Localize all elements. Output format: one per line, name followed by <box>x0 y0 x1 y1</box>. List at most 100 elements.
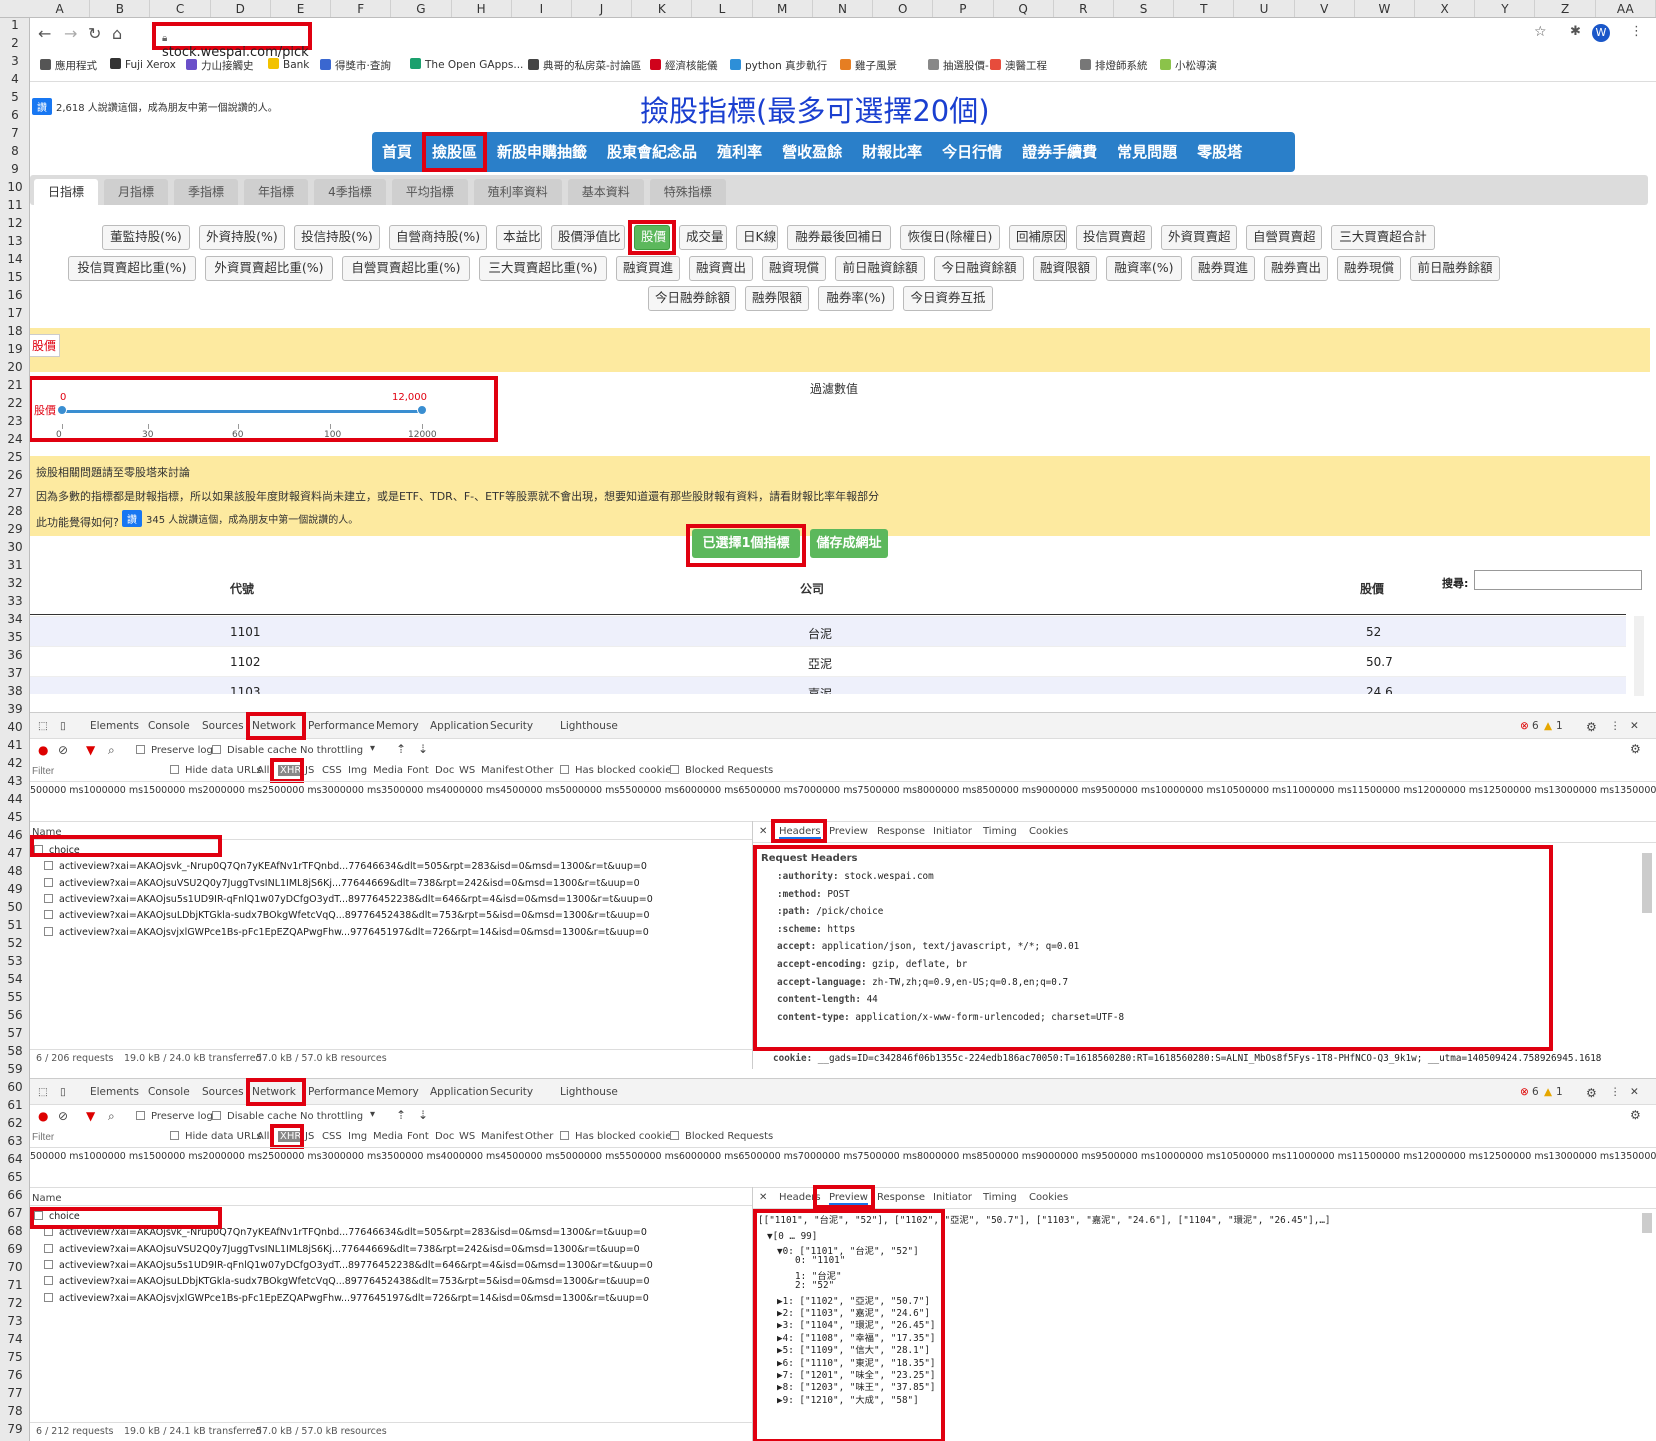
detail-close-icon[interactable]: ✕ <box>759 826 767 837</box>
record-icon[interactable]: ● <box>38 743 48 757</box>
nav-item[interactable]: 今日行情 <box>932 132 1012 172</box>
tab-0[interactable]: 日指標 <box>34 179 99 205</box>
devtools-tab-elements[interactable]: Elements <box>90 1086 139 1098</box>
preserve-log-checkbox[interactable]: Preserve log <box>136 745 213 756</box>
nav-item[interactable]: 財報比率 <box>852 132 932 172</box>
type-filter-img[interactable]: Img <box>348 1131 367 1142</box>
home-icon[interactable]: ⌂ <box>112 24 122 43</box>
inspect-icon[interactable]: ⬚ <box>38 720 48 732</box>
nav-item[interactable]: 證券手續費 <box>1012 132 1107 172</box>
tab-8[interactable]: 特殊指標 <box>649 179 726 205</box>
devtools-tab-console[interactable]: Console <box>148 720 190 732</box>
type-filter-manifest[interactable]: Manifest <box>481 1131 524 1142</box>
detail-tab-preview[interactable]: Preview <box>829 826 868 837</box>
detail-close-icon[interactable]: ✕ <box>759 1192 767 1203</box>
indicator-chip[interactable]: 融券最後回補日 <box>787 225 891 250</box>
tab-7[interactable]: 基本資料 <box>567 179 644 205</box>
more-icon[interactable]: ⋮ <box>1610 720 1621 732</box>
indicator-chip[interactable]: 今日融資餘額 <box>934 256 1024 281</box>
bookmark-item[interactable]: The Open GApps... <box>410 58 523 71</box>
type-filter-all[interactable]: All <box>257 1131 269 1142</box>
devtools-tab-memory[interactable]: Memory <box>376 720 419 732</box>
nav-item[interactable]: 殖利率 <box>707 132 772 172</box>
import-icon[interactable]: ⇡ <box>396 1108 406 1122</box>
type-filter-doc[interactable]: Doc <box>435 765 454 776</box>
indicator-chip[interactable]: 融資限額 <box>1033 256 1097 281</box>
indicator-chip[interactable]: 董監持股(%) <box>102 225 190 250</box>
table-row[interactable]: 1103 嘉泥 24.6 <box>30 676 1626 694</box>
type-filter-all[interactable]: All <box>257 765 269 776</box>
indicator-chip[interactable]: 融資現償 <box>762 256 826 281</box>
reload-icon[interactable]: ↻ <box>88 24 101 43</box>
devtools-tab-security[interactable]: Security <box>490 720 533 732</box>
search-icon[interactable]: ⌕ <box>108 743 115 758</box>
indicator-chip[interactable]: 融資率(%) <box>1106 256 1182 281</box>
type-filter-media[interactable]: Media <box>373 1131 403 1142</box>
address-bar[interactable]: 🔒︎ stock.wespai.com/pick <box>152 22 312 60</box>
bookmark-item[interactable]: 澳醫工程 <box>990 58 1047 73</box>
forward-icon[interactable]: → <box>64 24 77 43</box>
bookmark-item[interactable]: 雞子風景 <box>840 58 897 73</box>
type-filter-ws[interactable]: WS <box>459 1131 475 1142</box>
extensions-icon[interactable]: ✱ <box>1570 24 1581 39</box>
indicator-chip[interactable]: 本益比 <box>496 225 542 250</box>
type-filter-manifest[interactable]: Manifest <box>481 765 524 776</box>
table-header-2[interactable]: 股價 <box>1360 580 1384 597</box>
tab-6[interactable]: 殖利率資料 <box>473 179 562 205</box>
preview-scrollbar[interactable] <box>1642 1213 1652 1233</box>
type-filter-font[interactable]: Font <box>407 765 429 776</box>
bookmark-item[interactable]: 經濟核能儀 <box>650 58 718 73</box>
blocked-requests-checkbox[interactable]: Blocked Requests <box>670 765 773 776</box>
type-filter-img[interactable]: Img <box>348 765 367 776</box>
device-icon[interactable]: ▯ <box>60 1086 66 1098</box>
network-settings-icon[interactable]: ⚙ <box>1630 1108 1641 1122</box>
indicator-chip[interactable]: 日K線 <box>736 225 778 250</box>
indicator-chip[interactable]: 三大買賣超比重(%) <box>479 256 607 281</box>
type-filter-font[interactable]: Font <box>407 1131 429 1142</box>
request-row[interactable]: activeview?xai=AKAOjsuLDbjKTGkla-sudx7BO… <box>44 1276 650 1287</box>
request-row[interactable]: activeview?xai=AKAOjsuLDbjKTGkla-sudx7BO… <box>44 910 650 921</box>
request-headers-title[interactable]: Request Headers <box>761 853 857 864</box>
throttle-select[interactable]: No throttling <box>300 745 363 756</box>
name-column-header[interactable]: Name <box>32 1193 62 1204</box>
nav-item[interactable]: 零股塔 <box>1187 132 1252 172</box>
device-icon[interactable]: ▯ <box>60 720 66 732</box>
indicator-chip[interactable]: 自營買賣超 <box>1246 225 1322 250</box>
save-url-button[interactable]: 儲存成網址 <box>810 529 888 558</box>
detail-tab-cookies[interactable]: Cookies <box>1029 826 1068 837</box>
nav-item[interactable]: 常見問題 <box>1107 132 1187 172</box>
bookmark-item[interactable]: 抽選股價-1 <box>928 58 995 73</box>
table-row[interactable]: 1102 亞泥 50.7 <box>30 646 1626 676</box>
filter-icon[interactable]: ▼ <box>86 1109 95 1123</box>
indicator-chip[interactable]: 融券率(%) <box>818 286 894 311</box>
indicator-chip[interactable]: 融資買進 <box>616 256 680 281</box>
preview-item[interactable]: ▶9: ["1210", "大成", "58"] <box>777 1392 919 1406</box>
preserve-log-checkbox[interactable]: Preserve log <box>136 1111 213 1122</box>
slider-high-handle[interactable] <box>417 405 427 415</box>
devtools-tab-memory[interactable]: Memory <box>376 1086 419 1098</box>
filter-input[interactable] <box>30 1129 160 1146</box>
request-row[interactable]: activeview?xai=AKAOjsu5s1UD9IR-qFnlQ1w07… <box>44 1259 653 1271</box>
export-icon[interactable]: ⇣ <box>418 742 428 756</box>
indicator-chip[interactable]: 回補原因 <box>1009 225 1067 250</box>
preview-group[interactable]: ▼[0 … 99] <box>767 1231 817 1242</box>
nav-item[interactable]: 首頁 <box>372 132 422 172</box>
indicator-chip[interactable]: 外資買賣超 <box>1161 225 1237 250</box>
tab-5[interactable]: 平均指標 <box>391 179 468 205</box>
hide-data-urls-checkbox[interactable]: Hide data URLs <box>170 765 262 776</box>
export-icon[interactable]: ⇣ <box>418 1108 428 1122</box>
fb-like-button[interactable]: 讚 <box>32 98 52 115</box>
bookmark-item[interactable]: Fuji Xerox <box>110 58 176 71</box>
detail-tab-response[interactable]: Response <box>877 826 925 837</box>
blocked-cookies-checkbox[interactable]: Has blocked cookies <box>560 1131 677 1142</box>
detail-tab-timing[interactable]: Timing <box>983 1192 1017 1203</box>
request-row[interactable]: activeview?xai=AKAOjsvjxlGWPce1Bs-pFc1Ep… <box>44 1292 649 1304</box>
devtools-tab-performance[interactable]: Performance <box>308 1086 375 1098</box>
type-filter-other[interactable]: Other <box>525 765 553 776</box>
devtools-tab-sources[interactable]: Sources <box>202 720 244 732</box>
hide-data-urls-checkbox[interactable]: Hide data URLs <box>170 1131 262 1142</box>
blocked-cookies-checkbox[interactable]: Has blocked cookies <box>560 765 677 776</box>
filter-input[interactable] <box>30 763 160 780</box>
detail-tab-initiator[interactable]: Initiator <box>933 1192 972 1203</box>
more-icon[interactable]: ⋮ <box>1610 1086 1621 1098</box>
